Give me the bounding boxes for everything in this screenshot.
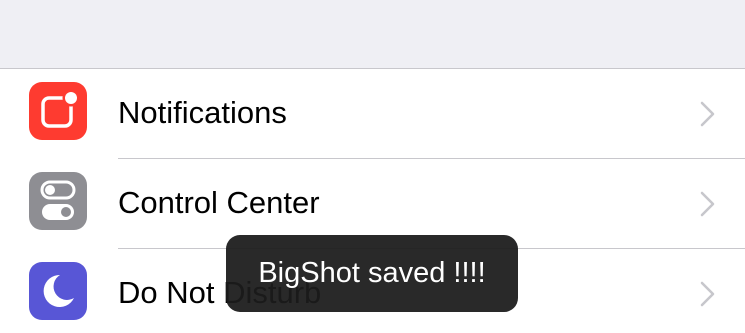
chevron-right-icon (697, 279, 717, 309)
section-header-gap (0, 0, 745, 68)
chevron-right-icon (697, 99, 717, 129)
control-center-icon (29, 172, 87, 230)
moon-icon (29, 262, 87, 320)
settings-row-label: Control Center (118, 185, 320, 220)
settings-row-label: Notifications (118, 95, 287, 130)
toast-message: BigShot saved !!!! (226, 235, 518, 312)
notifications-icon (29, 82, 87, 140)
settings-screen: Notifications Control Center Do Not Dist… (0, 0, 745, 333)
chevron-right-icon (697, 189, 717, 219)
settings-row-notifications[interactable]: Notifications (0, 69, 745, 158)
